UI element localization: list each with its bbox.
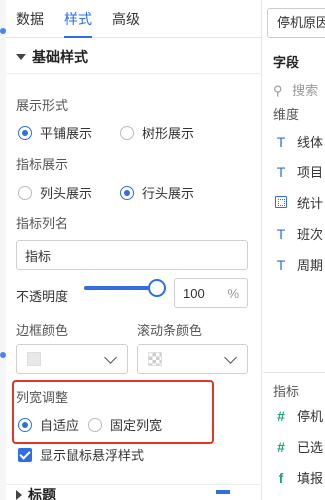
hover-style-checkbox[interactable]: 显示鼠标悬浮样式	[18, 445, 144, 464]
tab-style[interactable]: 样式	[54, 0, 102, 38]
config-tabs: 数据 样式 高级	[6, 0, 262, 38]
dimension-field[interactable]: 统计	[273, 193, 323, 212]
display-form-label: 展示形式	[16, 98, 69, 113]
radio-flat-display[interactable]: 平铺展示	[18, 123, 92, 142]
chevron-down-icon	[224, 351, 237, 364]
opacity-input[interactable]: 100 %	[174, 278, 248, 308]
radio-selected-icon	[120, 185, 134, 200]
expand-triangle-icon	[16, 489, 22, 500]
opacity-slider-thumb[interactable]	[148, 279, 166, 297]
field-panel: 停机原因 字段 ⚲ 搜索 维度 T 线体 T 项目 统计 T 班次 T 周期 指标 # 停…	[263, 0, 325, 500]
metric-col-name-label: 指标列名	[16, 216, 69, 231]
border-color-swatch	[27, 352, 41, 366]
dimensions-label: 维度	[273, 107, 300, 122]
radio-unselected-icon	[18, 185, 32, 200]
collapse-triangle-icon	[16, 53, 26, 60]
dimension-field[interactable]: T 项目	[273, 162, 323, 181]
toggle-switch-fragment[interactable]	[216, 490, 230, 494]
radio-selected-icon	[18, 125, 32, 140]
radio-tree-display[interactable]: 树形展示	[120, 123, 194, 142]
radio-col-header-display[interactable]: 列头展示	[18, 183, 92, 202]
panel-resize-edge[interactable]	[0, 0, 6, 500]
col-width-label: 列宽调整	[16, 390, 69, 405]
hash-icon: #	[277, 407, 285, 424]
tab-advanced[interactable]: 高级	[102, 0, 150, 37]
metric-field[interactable]: # 已选	[273, 437, 323, 456]
calendar-icon	[273, 195, 289, 211]
radio-fixed-width[interactable]: 固定列宽	[88, 415, 162, 434]
radio-unselected-icon	[88, 417, 102, 432]
basic-style-header[interactable]: 基础样式	[6, 40, 262, 74]
resize-handle-dot[interactable]	[0, 352, 6, 358]
radio-row-header-display[interactable]: 行头展示	[120, 183, 194, 202]
metric-col-name-input[interactable]: 指标	[16, 240, 248, 270]
opacity-slider-track[interactable]	[84, 286, 156, 290]
scrollbar-color-label: 滚动条颜色	[137, 323, 203, 338]
tab-data[interactable]: 数据	[6, 0, 54, 37]
text-icon: T	[276, 133, 286, 150]
metric-field[interactable]: f 填报	[273, 468, 323, 487]
fields-title: 字段	[273, 55, 300, 70]
text-icon: T	[276, 256, 286, 273]
radio-selected-icon	[18, 417, 32, 432]
checkbox-checked-icon	[18, 447, 32, 462]
scrollbar-color-select[interactable]	[137, 344, 248, 374]
scrollbar-color-swatch	[148, 352, 162, 366]
dimension-field[interactable]: T 线体	[273, 132, 323, 151]
dimension-field[interactable]: T 周期	[273, 255, 323, 274]
style-panel: 数据 样式 高级 基础样式 展示形式 平铺展示 树形展示 指标展示 列头展示 行…	[0, 0, 262, 500]
border-color-label: 边框颜色	[16, 323, 69, 338]
dataset-select[interactable]: 停机原因	[267, 8, 325, 38]
opacity-unit: %	[227, 285, 239, 301]
metric-display-label: 指标展示	[16, 157, 69, 172]
section-divider	[263, 372, 325, 373]
field-search-input[interactable]: ⚲ 搜索	[273, 80, 318, 99]
border-color-select[interactable]	[16, 344, 128, 374]
radio-unselected-icon	[120, 125, 134, 140]
dimension-field[interactable]: T 班次	[273, 224, 323, 243]
search-icon: ⚲	[273, 83, 283, 98]
opacity-label: 不透明度	[16, 289, 69, 304]
text-icon: T	[276, 225, 286, 242]
hash-icon: #	[277, 438, 285, 455]
opacity-value: 100	[183, 285, 205, 301]
text-icon: T	[276, 163, 286, 180]
title-section-label: 标题	[28, 486, 56, 500]
metric-field[interactable]: # 停机	[273, 406, 323, 425]
chevron-down-icon	[104, 351, 117, 364]
radio-auto-width[interactable]: 自适应	[18, 415, 79, 434]
formula-icon: f	[278, 469, 284, 486]
metrics-label: 指标	[273, 384, 300, 399]
basic-style-title: 基础样式	[32, 48, 88, 65]
